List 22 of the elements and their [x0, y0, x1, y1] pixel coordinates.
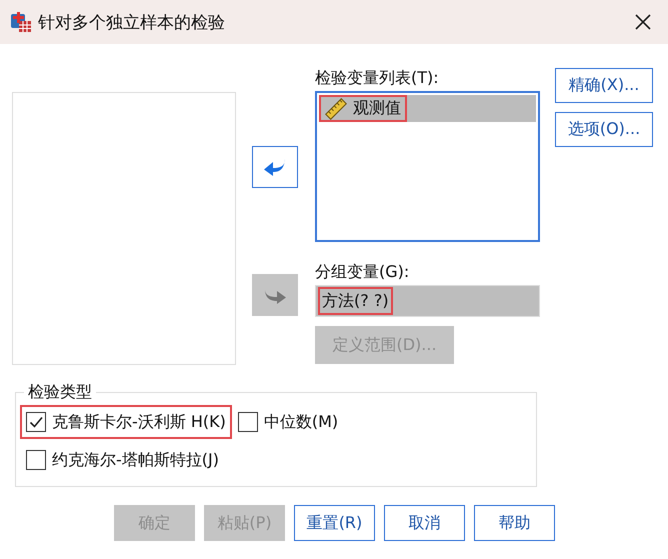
checkbox-option[interactable]: 克鲁斯卡尔-沃利斯 H(K): [20, 405, 232, 439]
dialog-button[interactable]: 取消: [384, 505, 465, 541]
window-title: 针对多个独立样本的检验: [38, 12, 226, 34]
checkbox[interactable]: [26, 412, 46, 432]
checkbox-option[interactable]: 约克海尔-塔帕斯特拉(J): [20, 443, 225, 477]
dialog-button[interactable]: 重置(R): [294, 505, 375, 541]
dialog-button[interactable]: 精确(X)...: [555, 68, 653, 103]
list-label: 检验变量列表(T):: [315, 67, 440, 89]
checkbox-option[interactable]: 中位数(M): [232, 405, 344, 439]
app-icon: [10, 11, 32, 33]
close-icon[interactable]: [634, 13, 652, 31]
move-button[interactable]: [252, 146, 298, 188]
dialog-button[interactable]: 帮助: [474, 505, 555, 541]
variable-item[interactable]: 观测值: [319, 95, 536, 122]
grouping-variable-field[interactable]: 方法(? ?): [315, 285, 540, 317]
group-label: 检验类型: [27, 382, 93, 403]
test-variable-list[interactable]: 观测值: [315, 91, 540, 242]
checkbox[interactable]: [238, 412, 258, 432]
checkbox[interactable]: [26, 450, 46, 470]
check-icon: [28, 414, 44, 430]
field-label: 分组变量(G):: [315, 261, 410, 283]
dialog-button[interactable]: 选项(O)...: [555, 112, 653, 147]
